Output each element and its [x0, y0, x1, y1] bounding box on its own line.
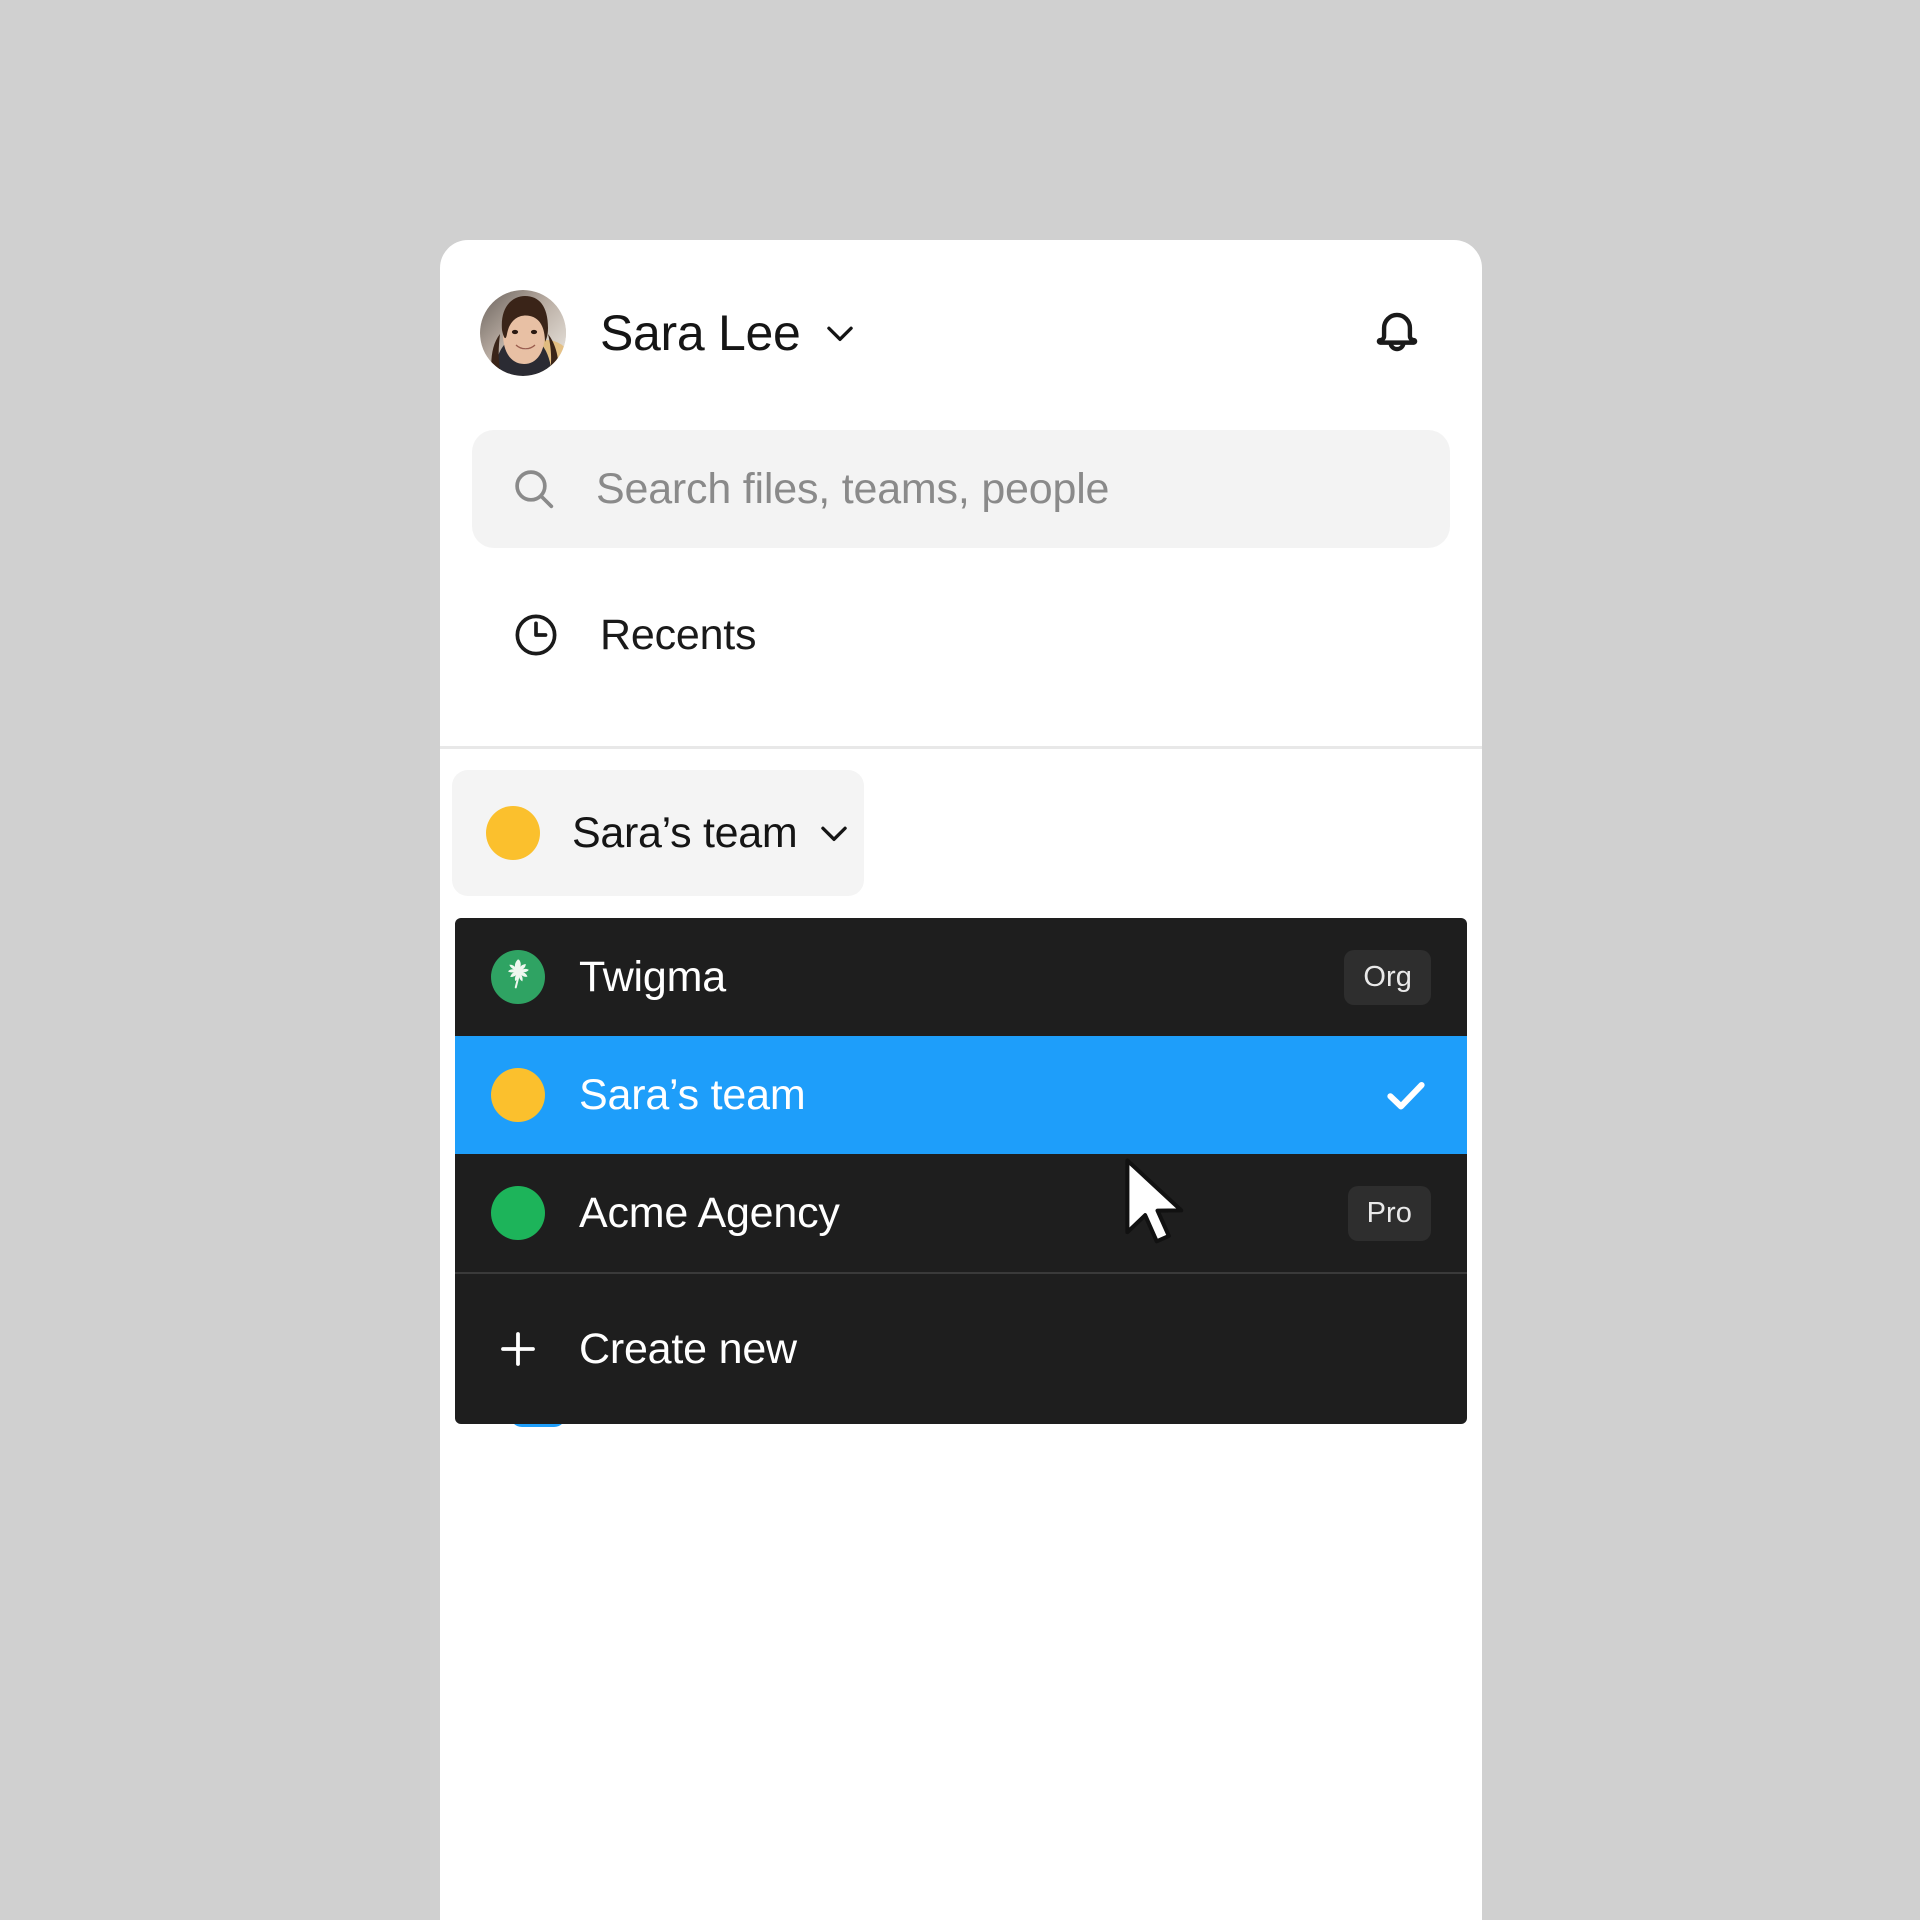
app-header: Sara Lee — [440, 240, 1482, 426]
avatar[interactable] — [480, 290, 566, 376]
status-badge: Pro — [1347, 1185, 1431, 1241]
dropdown-item-label: Twigma — [579, 952, 726, 1001]
search-input[interactable]: Search files, teams, people — [472, 430, 1450, 548]
clock-icon — [510, 609, 562, 661]
dropdown-item-tail: Pro — [1347, 1185, 1431, 1241]
create-new-button[interactable]: Create new — [455, 1274, 1467, 1424]
chevron-down-icon[interactable] — [821, 314, 859, 352]
search-placeholder: Search files, teams, people — [596, 464, 1110, 513]
screen: Sara Lee Search files, teams, people Rec… — [0, 0, 1920, 1920]
team-selector-button[interactable]: Sara’s team — [452, 770, 864, 896]
org-avatar — [491, 950, 545, 1004]
leaf-icon — [498, 955, 538, 1000]
dropdown-item-label: Acme Agency — [579, 1188, 840, 1237]
team-color-dot — [491, 1068, 545, 1122]
team-color-dot — [491, 1186, 545, 1240]
bell-icon — [1366, 300, 1428, 367]
team-switcher-dropdown: Twigma Org Sara’s team Acme Agency Pro C… — [455, 918, 1467, 1424]
header-divider — [440, 746, 1482, 749]
chevron-down-icon — [815, 814, 853, 852]
status-badge: Org — [1344, 949, 1431, 1005]
search-icon — [508, 463, 560, 515]
dropdown-item-acme-agency[interactable]: Acme Agency Pro — [455, 1154, 1467, 1272]
create-new-label: Create new — [579, 1324, 797, 1373]
dropdown-item-saras-team[interactable]: Sara’s team — [455, 1036, 1467, 1154]
recents-label: Recents — [600, 610, 757, 659]
team-color-dot — [486, 806, 540, 860]
notifications-button[interactable] — [1360, 296, 1434, 370]
dropdown-item-twigma[interactable]: Twigma Org — [455, 918, 1467, 1036]
user-name: Sara Lee — [600, 305, 801, 361]
check-icon — [1381, 1070, 1431, 1120]
team-selector-label: Sara’s team — [572, 808, 798, 857]
dropdown-item-label: Sara’s team — [579, 1070, 806, 1119]
dropdown-item-tail: Org — [1344, 949, 1431, 1005]
sidebar-item-recents[interactable]: Recents — [472, 580, 1450, 690]
plus-icon — [491, 1322, 545, 1376]
